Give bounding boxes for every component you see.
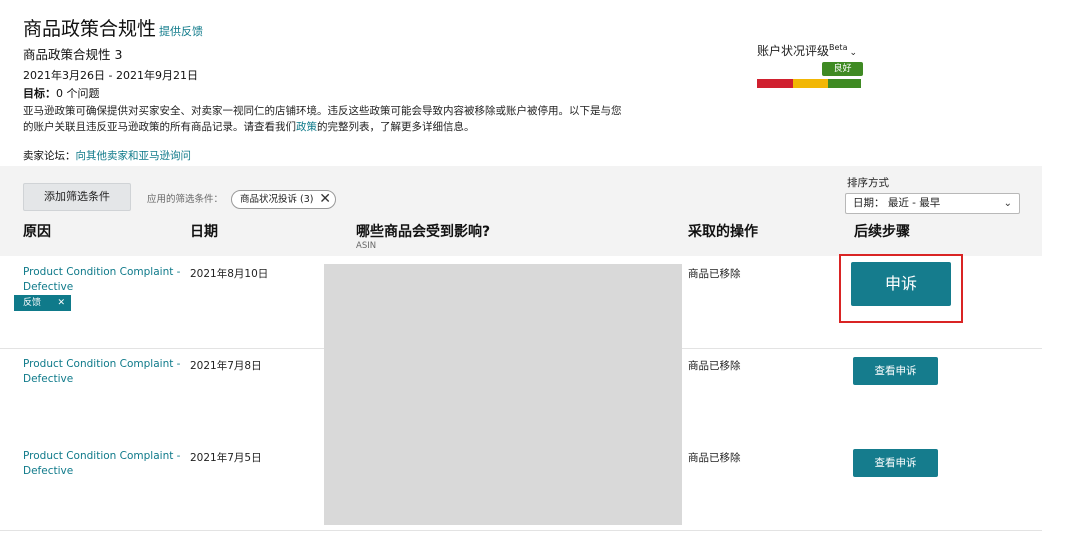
header-next-steps: 后续步骤 xyxy=(854,224,910,240)
row-reason-link[interactable]: Product Condition Complaint - Defective xyxy=(23,265,183,295)
view-appeal-button[interactable]: 查看申诉 xyxy=(853,449,938,477)
header-date: 日期 xyxy=(190,224,218,240)
sort-select[interactable]: 日期： 最近 - 最早 ⌄ xyxy=(845,193,1020,214)
feedback-link[interactable]: 提供反馈 xyxy=(159,25,203,38)
asin-image-placeholder xyxy=(324,264,682,525)
forum-link[interactable]: 向其他卖家和亚马逊询问 xyxy=(76,150,192,162)
target-label: 目标： xyxy=(23,87,56,100)
policy-description: 亚马逊政策可确保提供对买家安全、对卖家一视同仁的店铺环境。违反这些政策可能会导致… xyxy=(23,105,622,133)
feedback-tag[interactable]: 反馈 ✕ xyxy=(14,295,71,311)
view-appeal-button[interactable]: 查看申诉 xyxy=(853,357,938,385)
target: 目标：0 个问题 xyxy=(23,85,100,101)
header-affected: 哪些商品会受到影响? xyxy=(356,224,491,240)
row-reason-link[interactable]: Product Condition Complaint - Defective xyxy=(23,357,183,387)
row-action: 商品已移除 xyxy=(688,452,741,464)
header-reason: 原因 xyxy=(23,224,51,240)
health-bar-yellow xyxy=(793,79,828,88)
beta-label: Beta xyxy=(829,43,848,52)
close-icon[interactable]: ✕ xyxy=(57,295,65,311)
row-action: 商品已移除 xyxy=(688,360,741,372)
applied-filters-label: 应用的筛选条件： xyxy=(147,194,224,205)
target-value: 0 个问题 xyxy=(56,87,100,100)
health-status-badge: 良好 xyxy=(822,62,863,76)
header-action: 采取的操作 xyxy=(688,224,758,240)
row-divider xyxy=(0,530,1042,531)
row-date: 2021年7月5日 xyxy=(190,452,262,464)
filter-chip[interactable]: 商品状况投诉 (3) ✕ xyxy=(231,190,336,209)
row-date: 2021年7月8日 xyxy=(190,360,262,372)
chevron-down-icon: ⌄ xyxy=(849,48,858,58)
row-date: 2021年8月10日 xyxy=(190,268,269,280)
add-filter-button[interactable]: 添加筛选条件 xyxy=(23,183,131,211)
highlight-box xyxy=(839,254,963,323)
close-icon[interactable]: ✕ xyxy=(319,191,331,207)
row-action: 商品已移除 xyxy=(688,268,741,280)
health-bar xyxy=(757,79,861,88)
forum-label: 卖家论坛： xyxy=(23,150,76,162)
row-reason-link[interactable]: Product Condition Complaint - Defective xyxy=(23,449,183,479)
sort-label: 排序方式 xyxy=(847,177,889,189)
health-bar-green xyxy=(828,79,861,88)
policy-link[interactable]: 政策 xyxy=(296,121,317,133)
seller-forum: 卖家论坛：向其他卖家和亚马逊询问 xyxy=(23,148,191,163)
date-range: 2021年3月26日 - 2021年9月21日 xyxy=(23,69,198,82)
health-bar-red xyxy=(757,79,793,88)
header-asin: ASIN xyxy=(356,241,377,251)
page-title: 商品政策合规性 提供反馈 xyxy=(23,18,204,40)
page-subtitle: 商品政策合规性 3 xyxy=(23,47,123,62)
account-health-rating[interactable]: 账户状况评级Beta⌄ xyxy=(757,42,857,59)
chevron-down-icon: ⌄ xyxy=(1003,198,1012,209)
